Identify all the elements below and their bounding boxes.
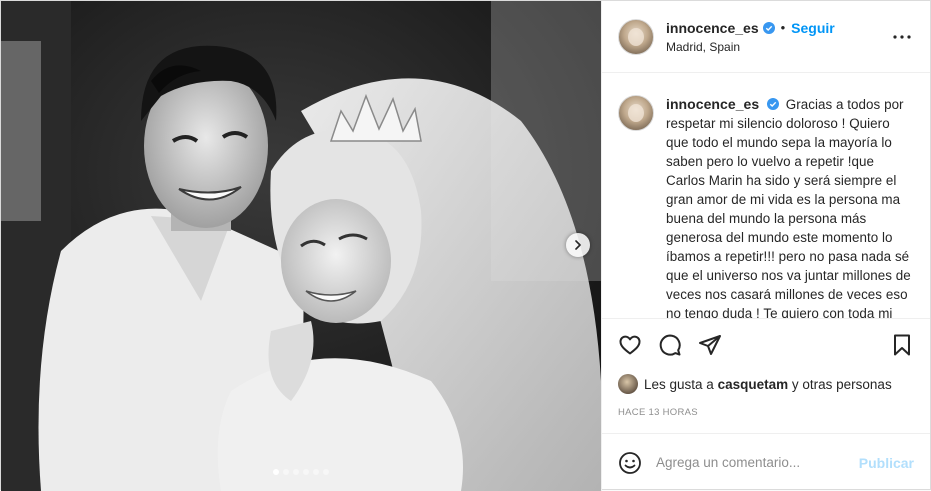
- likes-suffix[interactable]: y otras personas: [792, 377, 892, 392]
- share-button[interactable]: [698, 333, 722, 357]
- wedding-photo: [1, 1, 601, 491]
- carousel-dot: [303, 469, 309, 475]
- instagram-post: innocence_es • Seguir Madrid, Spain inno…: [0, 0, 931, 491]
- liker-avatar[interactable]: [618, 374, 638, 394]
- bookmark-icon: [894, 334, 910, 356]
- post-media[interactable]: [1, 1, 601, 491]
- post-side-panel: innocence_es • Seguir Madrid, Spain inno…: [601, 1, 930, 491]
- verified-badge-icon: [762, 21, 775, 34]
- heart-icon: [619, 335, 641, 355]
- action-bar: [602, 319, 930, 371]
- smiley-icon: [619, 451, 641, 474]
- caption-body: Gracias a todos por respetar mi silencio…: [666, 97, 911, 319]
- publish-button[interactable]: Publicar: [859, 455, 914, 471]
- follow-button[interactable]: Seguir: [791, 20, 835, 36]
- caption-text-block: innocence_es Gracias a todos por respeta…: [666, 95, 914, 319]
- chevron-right-icon: [575, 240, 581, 250]
- carousel-dot: [313, 469, 319, 475]
- post-header: innocence_es • Seguir Madrid, Spain: [602, 1, 930, 73]
- comment-button[interactable]: [658, 333, 682, 357]
- header-info: innocence_es • Seguir Madrid, Spain: [666, 20, 890, 54]
- location-link[interactable]: Madrid, Spain: [666, 40, 890, 54]
- liker-username[interactable]: casquetam: [718, 377, 789, 392]
- avatar[interactable]: [618, 18, 654, 55]
- likes-summary: Les gusta a casquetam y otras personas: [602, 371, 930, 397]
- like-button[interactable]: [618, 333, 642, 357]
- carousel-dot: [283, 469, 289, 475]
- paper-plane-icon: [699, 335, 721, 355]
- comment-bar: Publicar: [602, 433, 930, 491]
- likes-prefix: Les gusta a: [644, 376, 714, 392]
- comment-icon: [659, 334, 681, 356]
- comment-input[interactable]: [656, 455, 859, 470]
- carousel-next-button[interactable]: [566, 233, 590, 257]
- more-options-button[interactable]: [890, 25, 914, 49]
- carousel-dot: [323, 469, 329, 475]
- emoji-button[interactable]: [618, 451, 642, 475]
- username-link[interactable]: innocence_es: [666, 20, 759, 36]
- caption-username[interactable]: innocence_es: [666, 96, 759, 112]
- more-horizontal-icon: [893, 34, 911, 39]
- carousel-dot: [293, 469, 299, 475]
- save-button[interactable]: [890, 333, 914, 357]
- post-timestamp[interactable]: HACE 13 HORAS: [602, 397, 930, 418]
- header-separator: •: [780, 20, 786, 35]
- carousel-indicator: [1, 469, 601, 475]
- caption-section: innocence_es Gracias a todos por respeta…: [602, 73, 930, 319]
- verified-badge-icon: [766, 98, 779, 110]
- carousel-dot: [273, 469, 279, 475]
- caption-avatar[interactable]: [618, 95, 654, 131]
